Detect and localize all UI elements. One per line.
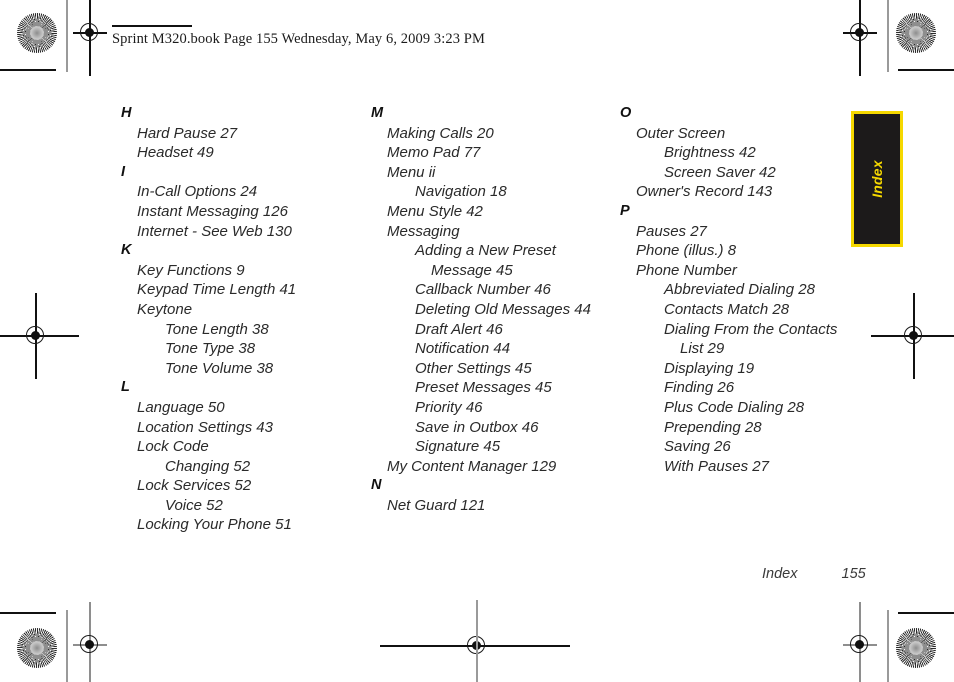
- trim-line-bottom-center-vertical: [476, 600, 478, 682]
- index-entry: Navigation 18: [415, 183, 507, 201]
- index-entry: Changing 52: [165, 457, 251, 475]
- index-entry: Brightness 42: [664, 144, 756, 162]
- index-entry: Net Guard 121: [387, 496, 486, 514]
- index-entry: Displaying 19: [664, 359, 755, 377]
- index-entry: Menu Style 42: [387, 202, 483, 220]
- density-star-target-bottom-left: [17, 628, 57, 668]
- index-entry: Keypad Time Length 41: [137, 281, 297, 299]
- index-entry: Save in Outbox 46: [415, 418, 539, 436]
- index-column-3: O Outer Screen Brightness 42 Screen Saver 4…: [617, 104, 867, 476]
- index-entry: List 29: [680, 340, 725, 358]
- index-entry: In-Call Options 24: [137, 183, 258, 201]
- index-entry: Abbreviated Dialing 28: [664, 281, 815, 299]
- index-column-1: H Hard Pause 27 Headset 49 I In-Call Options…: [118, 104, 368, 535]
- index-entry: Draft Alert 46: [415, 320, 503, 338]
- registration-mark-bottom-center: [434, 629, 520, 663]
- index-entry: Locking Your Phone 51: [137, 516, 292, 534]
- index-entry: Prepending 28: [664, 418, 762, 436]
- index-entry: Lock Services 52: [137, 477, 252, 495]
- index-letter-heading: O: [620, 105, 632, 121]
- index-entry: Outer Screen: [636, 124, 726, 142]
- footer-section-label: Index: [762, 566, 798, 582]
- index-entry: Phone (illus.) 8: [636, 242, 737, 260]
- index-entry: Menu ii: [387, 163, 436, 181]
- index-entry: Pauses 27: [636, 222, 707, 240]
- index-entry: Voice 52: [165, 496, 223, 514]
- index-entry: Deleting Old Messages 44: [415, 300, 591, 318]
- trim-line-bottom-right-vertical: [887, 610, 889, 682]
- trim-line-bottom-left-vertical: [66, 610, 68, 682]
- registration-mark-top-left: [73, 0, 107, 76]
- index-entry: Key Functions 9: [137, 261, 245, 279]
- index-entry: Finding 26: [664, 379, 735, 397]
- index-entry: Notification 44: [415, 340, 511, 358]
- registration-mark-middle-right: [871, 293, 954, 379]
- trim-line-bottom-left-horizontal: [0, 612, 56, 614]
- index-entry: Callback Number 46: [415, 281, 551, 299]
- index-entry: Hard Pause 27: [137, 124, 238, 142]
- trim-line-top-right-horizontal: [898, 69, 954, 71]
- index-letter-heading: N: [371, 477, 382, 494]
- index-entry: Message 45: [431, 261, 513, 279]
- index-entry: Priority 46: [415, 398, 483, 416]
- index-entry: Phone Number: [636, 261, 737, 279]
- side-tab-label: Index: [869, 160, 885, 198]
- trim-line-left-vertical: [66, 0, 68, 72]
- index-entry: Instant Messaging 126: [137, 202, 288, 220]
- index-entry: Plus Code Dialing 28: [664, 398, 805, 416]
- index-column-2: M Making Calls 20 Memo Pad 77 Menu ii Naviga…: [368, 104, 618, 515]
- index-entry: Preset Messages 45: [415, 379, 552, 397]
- index-entry: Dialing From the Contacts: [664, 320, 838, 338]
- index-letter-heading: K: [121, 242, 132, 259]
- index-entry: Memo Pad 77: [387, 144, 481, 162]
- index-entry: My Content Manager 129: [387, 457, 557, 475]
- index-entry: Adding a New Preset: [415, 242, 556, 260]
- density-star-target-top-left: [17, 13, 57, 53]
- index-letter-heading: I: [121, 163, 126, 180]
- header-rule: [112, 25, 192, 27]
- index-entry: Headset 49: [137, 144, 214, 162]
- index-entry: Screen Saver 42: [664, 163, 776, 181]
- index-entry: Tone Volume 38: [165, 359, 274, 377]
- index-letter-heading: H: [121, 105, 132, 121]
- index-letter-heading: P: [620, 202, 630, 219]
- index-entry: With Pauses 27: [664, 457, 769, 475]
- registration-mark-bottom-right: [843, 602, 877, 682]
- index-letter-heading: L: [121, 379, 130, 396]
- trim-line-right-vertical: [887, 0, 889, 72]
- index-entry: Tone Length 38: [165, 320, 269, 338]
- page-footer: Index 155: [762, 566, 866, 582]
- side-tab-index: Index: [851, 111, 903, 247]
- density-star-target-top-right: [896, 13, 936, 53]
- index-entry: Keytone: [137, 300, 193, 318]
- index-entry: Messaging: [387, 222, 460, 240]
- trim-line-bottom-center-horizontal: [380, 645, 570, 647]
- footer-page-number: 155: [841, 566, 866, 582]
- density-star-target-bottom-right: [896, 628, 936, 668]
- index-entry: Making Calls 20: [387, 124, 494, 142]
- index-entry: Signature 45: [415, 438, 501, 456]
- index-entry: Location Settings 43: [137, 418, 273, 436]
- index-entry: Saving 26: [664, 438, 731, 456]
- index-entry: Internet - See Web 130: [137, 222, 292, 240]
- file-info-header: Sprint M320.book Page 155 Wednesday, May…: [112, 31, 485, 47]
- index-entry: Owner's Record 143: [636, 183, 773, 201]
- trim-line-bottom-right-horizontal: [898, 612, 954, 614]
- registration-mark-bottom-left: [73, 602, 107, 682]
- index-entry: Lock Code: [137, 438, 209, 456]
- registration-mark-top-right: [843, 0, 877, 76]
- index-entry: Tone Type 38: [165, 340, 256, 358]
- printed-page: Sprint M320.book Page 155 Wednesday, May…: [0, 0, 954, 682]
- trim-line-top-left-horizontal: [0, 69, 56, 71]
- index-entry: Language 50: [137, 398, 225, 416]
- index-letter-heading: M: [371, 105, 384, 121]
- index-entry: Contacts Match 28: [664, 300, 790, 318]
- index-entry: Other Settings 45: [415, 359, 532, 377]
- registration-mark-middle-left: [0, 293, 79, 379]
